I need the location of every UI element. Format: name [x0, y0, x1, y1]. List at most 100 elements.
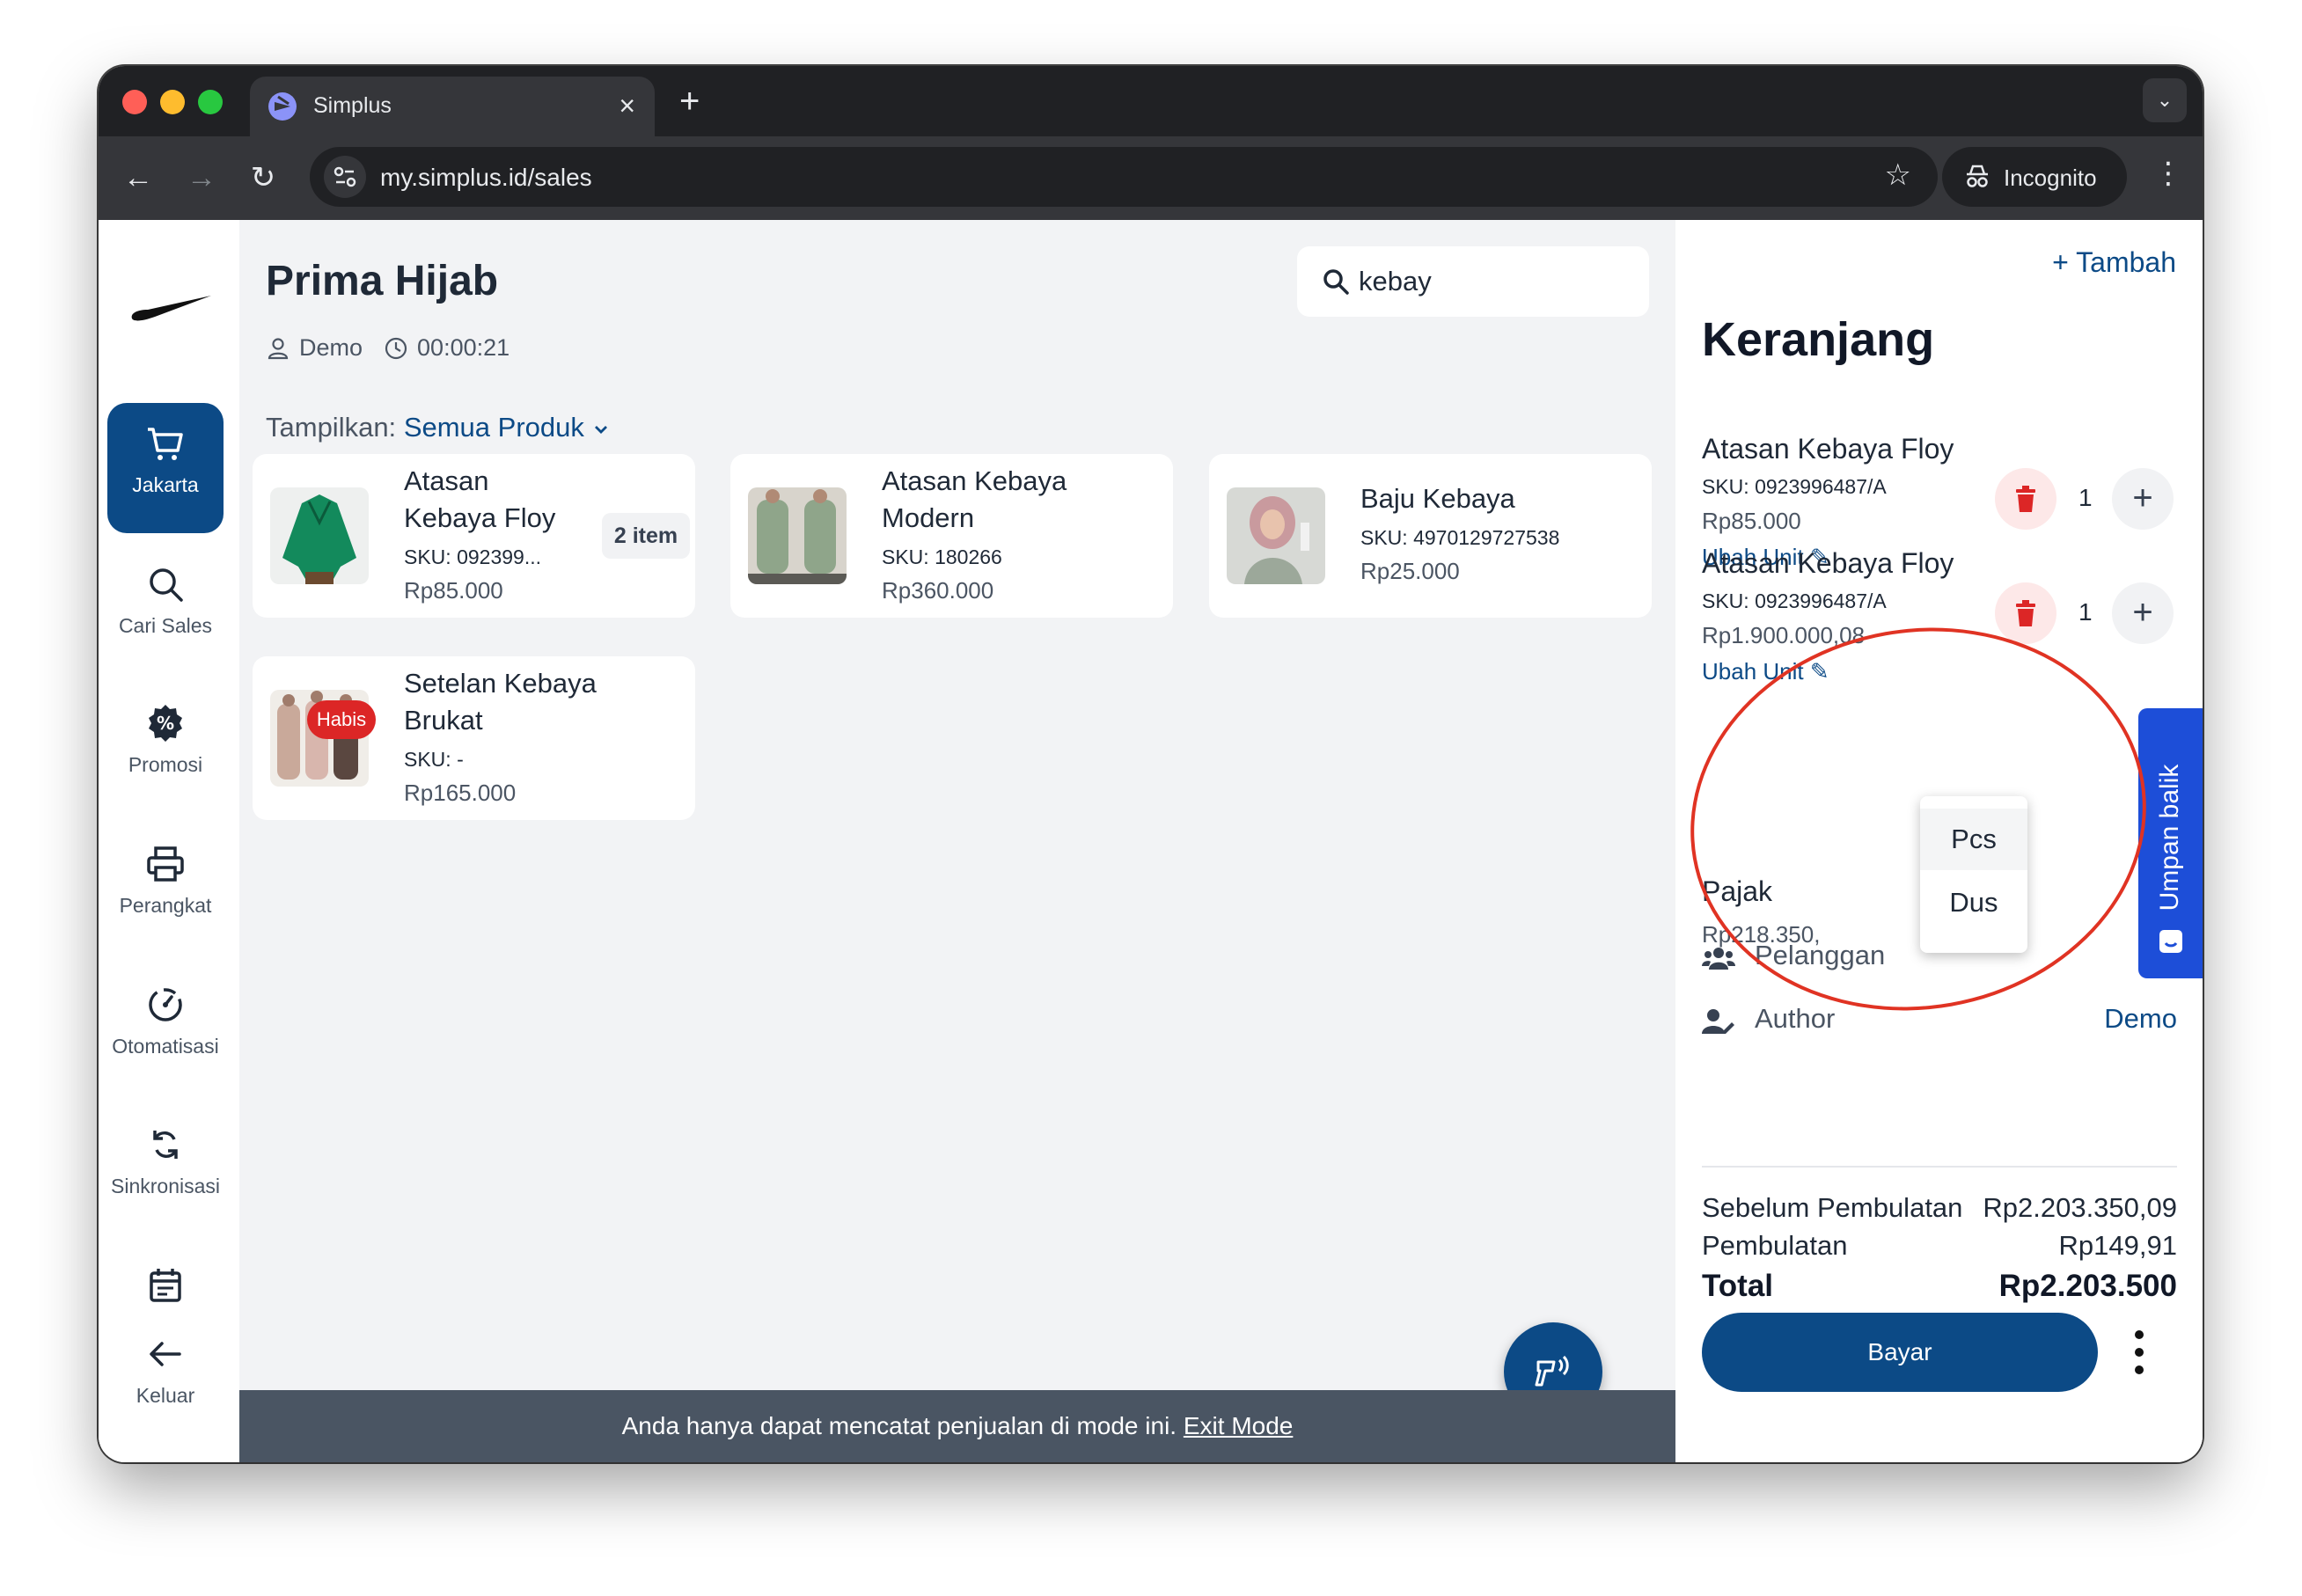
filter-label: Tampilkan: [266, 412, 397, 443]
browser-toolbar: ← → ↻ my.simplus.id/sales ☆ Incognito ⋮ [99, 136, 2203, 220]
reload-button[interactable]: ↻ [241, 156, 285, 200]
sidebar: Jakarta Cari Sales % Promosi Perangkat O… [99, 220, 239, 1462]
product-image [270, 487, 369, 584]
product-name-line2: Kebaya Floy [404, 502, 556, 533]
sync-icon [153, 1131, 178, 1159]
url-text: my.simplus.id/sales [380, 164, 592, 191]
incognito-indicator[interactable]: Incognito [1942, 147, 2127, 207]
product-price: Rp85.000 [404, 577, 503, 604]
incognito-label: Incognito [2004, 165, 2097, 191]
author-label: Author [1755, 1003, 1836, 1034]
mode-banner-text: Anda hanya dapat mencatat penjualan di m… [621, 1412, 1184, 1439]
rounding-value: Rp149,91 [2058, 1230, 2177, 1261]
tab-title: Simplus [313, 93, 392, 118]
exit-mode-link[interactable]: Exit Mode [1184, 1412, 1294, 1439]
cart-item-name: Atasan Kebaya Floy [1702, 547, 1954, 579]
browser-menu-icon[interactable]: ⋮ [2153, 156, 2183, 191]
filter-value[interactable]: Semua Produk [404, 412, 584, 443]
product-price: Rp165.000 [404, 780, 517, 806]
tab-bar: Simplus × + ⌄ [99, 66, 2203, 136]
close-tab-icon[interactable]: × [619, 88, 635, 123]
product-search[interactable] [1297, 246, 1649, 317]
arrow-left-icon [150, 1342, 181, 1366]
product-name-line2: Modern [882, 502, 975, 533]
brand-logo [131, 296, 211, 321]
page-title: Prima Hijab [266, 258, 499, 304]
sidebar-item-label: Otomatisasi [112, 1035, 219, 1058]
product-name: Atasan [404, 465, 489, 496]
minimize-window-button[interactable] [160, 90, 185, 114]
close-window-button[interactable] [122, 90, 147, 114]
user-icon [268, 337, 289, 359]
product-card[interactable]: Baju Kebaya SKU: 4970129727538 Rp25.000 [1209, 454, 1652, 618]
cart-item-qty: 1 [2078, 484, 2093, 511]
session-user: Demo [299, 334, 363, 361]
product-card[interactable]: Habis Setelan Kebaya Brukat SKU: - Rp165… [253, 656, 695, 820]
product-name: Setelan Kebaya [404, 668, 597, 699]
forward-button[interactable]: → [180, 156, 224, 200]
sidebar-item-otomatisasi[interactable]: Otomatisasi [107, 964, 224, 1095]
site-info-icon[interactable] [324, 156, 366, 198]
cart-item-name: Atasan Kebaya Floy [1702, 433, 1954, 465]
search-icon [150, 568, 183, 602]
feedback-tab[interactable]: Umpan balik [2138, 708, 2203, 978]
sidebar-item-keluar[interactable]: Keluar [107, 1333, 224, 1462]
increase-qty-button[interactable]: + [2112, 468, 2174, 530]
change-unit-link[interactable]: Ubah Unit ✎ [1702, 658, 1829, 685]
increase-qty-button[interactable]: + [2112, 582, 2174, 644]
sidebar-item-cari-sales[interactable]: Cari Sales [107, 544, 224, 674]
delete-item-button[interactable] [1995, 582, 2056, 644]
bookmark-star-icon[interactable]: ☆ [1885, 157, 1911, 193]
product-card[interactable]: Atasan Kebaya Modern SKU: 180266 Rp360.0… [730, 454, 1173, 618]
mode-banner: Anda hanya dapat mencatat penjualan di m… [239, 1390, 1675, 1462]
search-input[interactable] [1359, 262, 1623, 301]
product-filter[interactable]: Tampilkan: Semua Produk [266, 412, 610, 443]
change-unit-label: Ubah Unit [1702, 658, 1804, 685]
product-sku: SKU: 4970129727538 [1360, 526, 1560, 549]
users-icon [1702, 948, 1735, 970]
add-customer-button[interactable]: + Tambah [2052, 246, 2176, 279]
rounding-label: Pembulatan [1702, 1230, 1848, 1261]
cart-item-sku: SKU: 0923996487/A [1702, 589, 1887, 612]
tab-search-button[interactable]: ⌄ [2143, 78, 2187, 122]
gauge-icon [149, 988, 182, 1021]
trash-icon [2016, 600, 2035, 626]
app-area: Jakarta Cari Sales % Promosi Perangkat O… [99, 220, 2203, 1462]
more-options-icon[interactable] [2129, 1324, 2150, 1380]
maximize-window-button[interactable] [198, 90, 223, 114]
printer-icon [147, 846, 184, 882]
feedback-label: Umpan balik [2155, 764, 2184, 911]
product-card[interactable]: Atasan Kebaya Floy SKU: 092399... Rp85.0… [253, 454, 695, 618]
new-tab-button[interactable]: + [679, 82, 700, 121]
address-bar[interactable]: my.simplus.id/sales ☆ [310, 147, 1938, 207]
sidebar-item-promosi[interactable]: % Promosi [107, 683, 224, 813]
chevron-down-icon [594, 425, 607, 434]
sidebar-item-jakarta[interactable]: Jakarta [107, 403, 224, 533]
browser-window: Simplus × + ⌄ ← → ↻ my.simplus.id/sales … [99, 66, 2203, 1462]
product-name-line2: Brukat [404, 705, 483, 736]
calendar-icon [150, 1269, 181, 1302]
sidebar-item-perangkat[interactable]: Perangkat [107, 824, 224, 954]
percent-badge-icon: % [149, 705, 182, 742]
delete-item-button[interactable] [1995, 468, 2056, 530]
before-rounding-label: Sebelum Pembulatan [1702, 1192, 1963, 1223]
customer-label: Pelanggan [1755, 940, 1886, 970]
product-image [1227, 487, 1325, 584]
product-image [748, 487, 847, 584]
trash-icon [2016, 486, 2035, 512]
smile-icon [2159, 930, 2182, 953]
user-edit-icon [1702, 1009, 1734, 1034]
add-button-label: Tambah [2076, 246, 2176, 278]
browser-tab[interactable]: Simplus × [250, 77, 655, 136]
author-value[interactable]: Demo [2104, 1003, 2177, 1035]
back-button[interactable]: ← [116, 156, 160, 200]
session-meta: Demo 00:00:21 [266, 334, 510, 362]
unit-option-pcs[interactable]: Pcs [1920, 809, 2027, 870]
pay-button[interactable]: Bayar [1702, 1313, 2098, 1392]
sidebar-item-sinkronisasi[interactable]: Sinkronisasi [107, 1104, 224, 1234]
svg-text:%: % [157, 713, 174, 734]
unit-option-dus[interactable]: Dus [1920, 872, 2027, 933]
cart-icon [148, 428, 183, 460]
sidebar-item-calendar[interactable] [107, 1245, 224, 1324]
cart-item-sku: SKU: 0923996487/A [1702, 475, 1887, 498]
